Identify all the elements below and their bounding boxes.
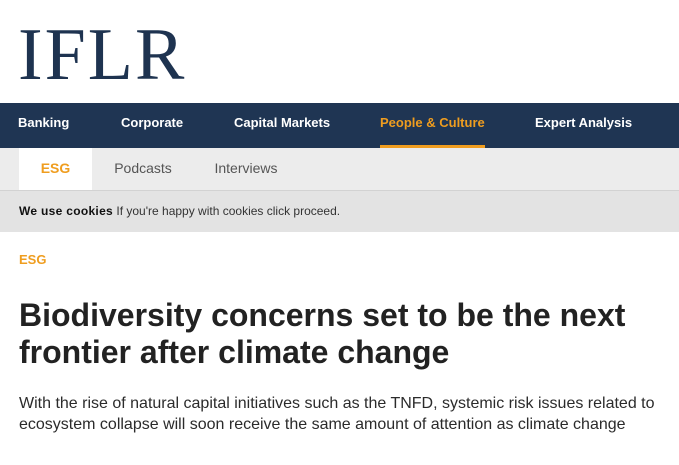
nav-item-expert-analysis[interactable]: Expert Analysis (535, 103, 632, 148)
subnav-item-esg[interactable]: ESG (19, 148, 92, 190)
main-nav: Banking Corporate Capital Markets People… (0, 103, 679, 148)
subnav-item-podcasts[interactable]: Podcasts (104, 148, 182, 190)
subnav-item-interviews[interactable]: Interviews (205, 148, 287, 190)
nav-item-banking[interactable]: Banking (18, 103, 69, 148)
cookie-banner: We use cookies If you're happy with cook… (0, 190, 679, 232)
article-headline: Biodiversity concerns set to be the next… (19, 297, 626, 370)
cookie-banner-title: We use cookies (19, 204, 114, 218)
site-logo[interactable]: IFLR (18, 18, 186, 92)
article-category[interactable]: ESG (19, 252, 46, 267)
cookie-banner-message: If you're happy with cookies click proce… (116, 204, 341, 218)
nav-item-people-culture[interactable]: People & Culture (380, 103, 485, 148)
article-standfirst: With the rise of natural capital initiat… (19, 395, 655, 433)
nav-item-capital-markets[interactable]: Capital Markets (234, 103, 330, 148)
sub-nav: ESG Podcasts Interviews (0, 148, 679, 190)
nav-item-corporate[interactable]: Corporate (121, 103, 183, 148)
